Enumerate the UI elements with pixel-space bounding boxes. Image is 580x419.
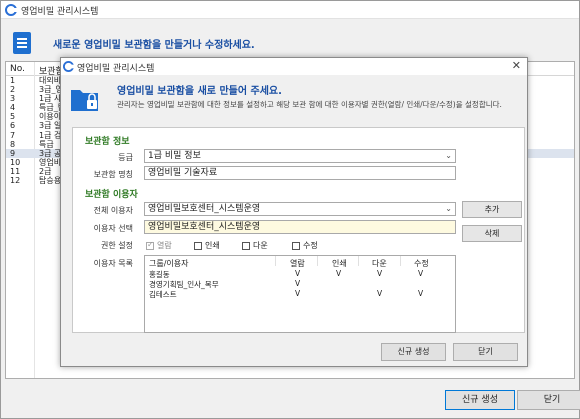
checkbox-edit[interactable] <box>292 241 300 250</box>
dialog-create-button[interactable]: 신규 생성 <box>381 343 446 361</box>
app-icon <box>5 4 17 16</box>
section-title-info: 보관함 정보 <box>85 137 130 147</box>
permission-view[interactable]: 열람 <box>146 240 172 251</box>
app-icon <box>63 61 74 72</box>
grid-divider <box>358 256 359 266</box>
list-item-no: 9 <box>10 148 16 158</box>
list-item-no: 3 <box>10 94 16 104</box>
list-item-no: 2 <box>10 85 16 95</box>
dialog-title: 영업비밀 관리시스템 <box>77 64 155 74</box>
dialog-description: 관리자는 영업비밀 보관함에 대한 정보를 설정하고 해당 보관 함에 대한 이… <box>117 100 502 109</box>
title-bar: 영업비밀 관리시스템 <box>1 1 579 19</box>
grid-cell-edit: V <box>418 269 424 278</box>
folder-lock-icon <box>71 90 98 111</box>
list-item-no: 5 <box>10 112 16 122</box>
grid-divider <box>275 256 276 266</box>
permission-download-label: 다운 <box>253 241 268 250</box>
vault-name-label: 보관함 명칭 <box>93 170 133 179</box>
grid-divider <box>317 256 318 266</box>
close-button[interactable]: 닫기 <box>517 390 580 410</box>
add-button[interactable]: 추가 <box>462 201 522 218</box>
banner-text: 새로운 영업비밀 보관함을 만들거나 수정하세요. <box>53 40 255 51</box>
list-item-no: 6 <box>10 121 16 131</box>
dialog-close-button[interactable]: 닫기 <box>453 343 518 361</box>
grid-header-download: 다운 <box>372 259 387 268</box>
grid-cell-edit: V <box>418 289 424 298</box>
grid-cell-down: V <box>377 289 383 298</box>
grid-row[interactable]: 경영기획팀_인사_복무 V <box>145 279 455 289</box>
grid-row[interactable]: 홍길동 V V V V <box>145 269 455 279</box>
dialog-heading: 영업비밀 보관함을 새로 만들어 주세요. <box>117 86 282 97</box>
chevron-down-icon: ⌄ <box>445 151 452 160</box>
selected-user-label: 이용자 선택 <box>93 224 133 233</box>
permission-edit-label: 수정 <box>303 241 318 250</box>
permission-label: 권한 설정 <box>101 241 133 250</box>
grid-cell-name: 김테스트 <box>149 290 177 299</box>
user-list-label: 이용자 목록 <box>93 259 133 268</box>
chevron-down-icon: ⌄ <box>445 204 452 213</box>
list-item-no: 8 <box>10 139 16 149</box>
grid-divider <box>400 256 401 266</box>
checkbox-view[interactable] <box>146 240 154 250</box>
dialog-title-bar: 영업비밀 관리시스템 ✕ <box>61 58 527 75</box>
permission-edit[interactable]: 수정 <box>292 240 318 251</box>
vault-name-input[interactable]: 영업비밀 기술자료 <box>144 166 456 180</box>
user-permission-grid[interactable]: 그룹/이용자 열람 인쇄 다운 수정 홍길동 V V V V 경영기획팀_인사_복무 V 김테… <box>144 255 456 333</box>
list-item-no: 10 <box>10 157 21 167</box>
checkbox-download[interactable] <box>242 241 250 250</box>
section-title-users: 보관함 이용자 <box>85 190 138 200</box>
permission-download[interactable]: 다운 <box>242 240 268 251</box>
grid-header-user: 그룹/이용자 <box>149 259 189 268</box>
delete-button[interactable]: 삭제 <box>462 225 522 242</box>
permission-view-label: 열람 <box>157 241 172 250</box>
list-item-no: 1 <box>10 76 16 85</box>
grid-row[interactable]: 김테스트 V V V <box>145 289 455 299</box>
grid-header-print: 인쇄 <box>332 259 347 268</box>
list-item-no: 12 <box>10 176 21 186</box>
create-vault-dialog: 영업비밀 관리시스템 ✕ 영업비밀 보관함을 새로 만들어 주세요. 관리자는 … <box>60 57 528 367</box>
grid-cell-print: V <box>336 269 342 278</box>
all-users-label: 전체 이용자 <box>93 206 133 215</box>
grade-value: 1급 비밀 정보 <box>148 151 201 161</box>
close-icon[interactable]: ✕ <box>512 59 521 72</box>
column-header-no: No. <box>10 64 25 74</box>
grid-cell-view: V <box>295 269 301 278</box>
grid-cell-view: V <box>295 279 301 288</box>
form-panel: 보관함 정보 등급 1급 비밀 정보 ⌄ 보관함 명칭 영업비밀 기술자료 보관… <box>72 127 525 333</box>
list-item-no: 7 <box>10 130 16 140</box>
grid-header-view: 열람 <box>290 259 305 268</box>
list-item-no: 11 <box>10 166 21 176</box>
grid-cell-view: V <box>295 289 301 298</box>
all-users-select[interactable]: 영업비밀보호센터_시스템운영 ⌄ <box>144 202 456 216</box>
checkbox-print[interactable] <box>194 241 202 250</box>
grade-select[interactable]: 1급 비밀 정보 ⌄ <box>144 149 456 163</box>
grade-label: 등급 <box>118 153 133 162</box>
all-users-value: 영업비밀보호센터_시스템운영 <box>148 204 261 214</box>
grid-header-edit: 수정 <box>414 259 429 268</box>
document-list-icon <box>13 32 31 54</box>
selected-user-input[interactable]: 영업비밀보호센터_시스템운영 <box>144 220 456 234</box>
window-title: 영업비밀 관리시스템 <box>21 7 99 17</box>
grid-cell-down: V <box>377 269 383 278</box>
grid-header: 그룹/이용자 열람 인쇄 다운 수정 <box>145 256 455 268</box>
create-button[interactable]: 신규 생성 <box>445 390 515 410</box>
permission-print[interactable]: 인쇄 <box>194 240 220 251</box>
permission-print-label: 인쇄 <box>205 241 220 250</box>
list-item-no: 4 <box>10 103 16 113</box>
